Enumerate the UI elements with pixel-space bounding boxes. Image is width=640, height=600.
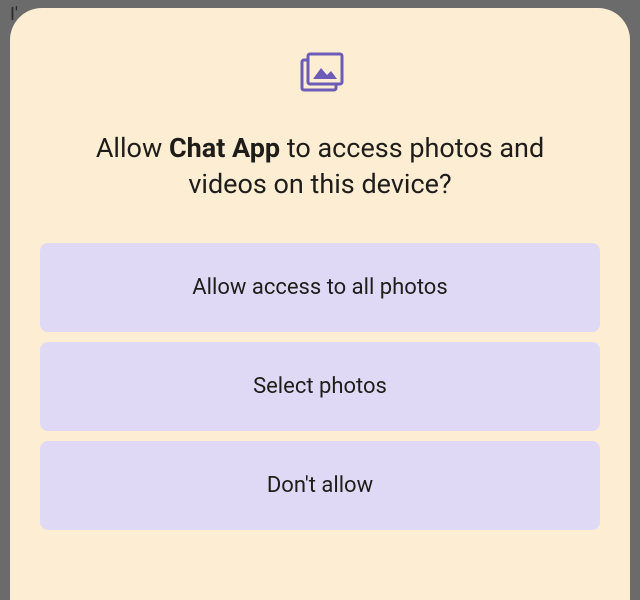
app-name: Chat App <box>169 132 280 164</box>
permission-buttons: Allow access to all photos Select photos… <box>40 243 600 530</box>
allow-all-button[interactable]: Allow access to all photos <box>40 243 600 332</box>
permission-title: Allow Chat App to access photos and vide… <box>60 130 580 203</box>
select-photos-button[interactable]: Select photos <box>40 342 600 431</box>
photo-library-icon <box>294 46 346 102</box>
deny-button[interactable]: Don't allow <box>40 441 600 530</box>
permission-dialog: Allow Chat App to access photos and vide… <box>10 8 630 600</box>
title-prefix: Allow <box>96 132 169 164</box>
